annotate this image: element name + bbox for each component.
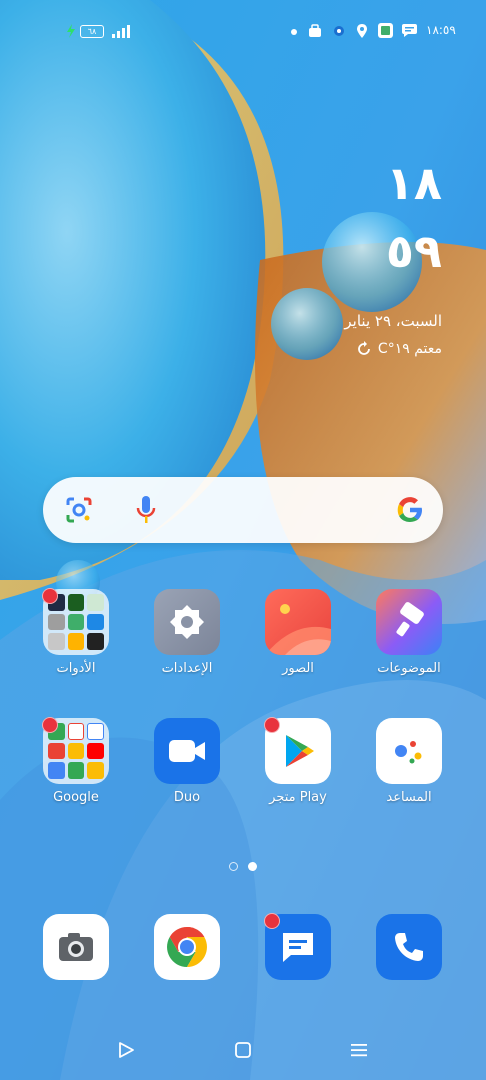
status-bar: ٦٨ ١٨:٥٩	[0, 20, 486, 46]
dock-phone[interactable]	[376, 914, 442, 980]
weather-text: معتم ١٩°C	[377, 341, 442, 357]
google-g-icon[interactable]	[395, 495, 425, 525]
themes-icon	[376, 589, 442, 655]
app-label: الصور	[282, 661, 314, 676]
folder-tools[interactable]: الأدوات	[21, 588, 131, 709]
app-settings[interactable]: الإعدادات	[132, 589, 242, 709]
back-icon	[119, 1042, 134, 1058]
mic-icon[interactable]	[135, 495, 157, 525]
status-time: ١٨:٥٩	[426, 23, 456, 37]
settings-icon	[154, 589, 220, 655]
lens-icon[interactable]	[65, 496, 93, 524]
briefcase-icon	[309, 24, 321, 37]
notification-dot	[42, 717, 58, 733]
notification-dot	[264, 717, 280, 733]
charging-icon	[67, 24, 75, 38]
app-label: الإعدادات	[161, 661, 213, 676]
app-label: Duo	[173, 790, 201, 805]
chrome-icon	[167, 927, 207, 967]
folder-google[interactable]: Google	[21, 717, 131, 838]
nav-recents[interactable]	[349, 1040, 369, 1060]
app-label: Google	[53, 790, 99, 805]
app-play-store[interactable]: متجر Play	[243, 717, 353, 838]
battery-indicator: ٦٨	[80, 25, 104, 38]
refresh-icon[interactable]	[356, 341, 372, 357]
location-icon	[357, 24, 367, 38]
notification-dot	[264, 913, 280, 929]
page-dot-active[interactable]	[248, 862, 257, 871]
page-indicator[interactable]	[0, 862, 486, 871]
app-photos[interactable]: الصور	[243, 589, 353, 709]
clock-hour[interactable]: ١٨	[386, 160, 442, 206]
dot-icon	[291, 29, 297, 35]
dock-camera[interactable]	[43, 914, 109, 980]
camera-icon	[59, 933, 93, 961]
weather-widget[interactable]: معتم ١٩°C	[356, 341, 442, 357]
app-assistant[interactable]: المساعد	[354, 718, 464, 838]
nav-home[interactable]	[233, 1040, 253, 1060]
messages-icon	[283, 933, 313, 962]
app-duo[interactable]: Duo	[132, 718, 242, 838]
home-icon	[235, 1042, 251, 1058]
app-label: الأدوات	[56, 661, 96, 676]
recents-icon	[351, 1044, 367, 1057]
clock-date[interactable]: السبت، ٢٩ يناير	[344, 312, 442, 330]
dock-chrome[interactable]	[154, 914, 220, 980]
battery-level: ٦٨	[87, 27, 97, 36]
photos-icon	[265, 589, 331, 655]
app-label: متجر Play	[269, 790, 327, 805]
app-notification-icon	[378, 23, 393, 38]
app-label: الموضوعات	[377, 661, 441, 676]
duo-icon	[154, 718, 220, 784]
gear-icon	[334, 26, 344, 36]
phone-icon	[395, 933, 423, 961]
assistant-icon	[376, 718, 442, 784]
message-notification-icon	[402, 24, 417, 37]
signal-icon	[112, 25, 130, 38]
search-bar[interactable]	[43, 477, 443, 543]
app-themes[interactable]: الموضوعات	[354, 589, 464, 709]
clock-minute[interactable]: ٥٩	[386, 228, 442, 274]
notification-dot	[42, 588, 58, 604]
app-label: المساعد	[386, 790, 432, 805]
nav-back[interactable]	[116, 1040, 136, 1060]
page-dot[interactable]	[229, 862, 238, 871]
